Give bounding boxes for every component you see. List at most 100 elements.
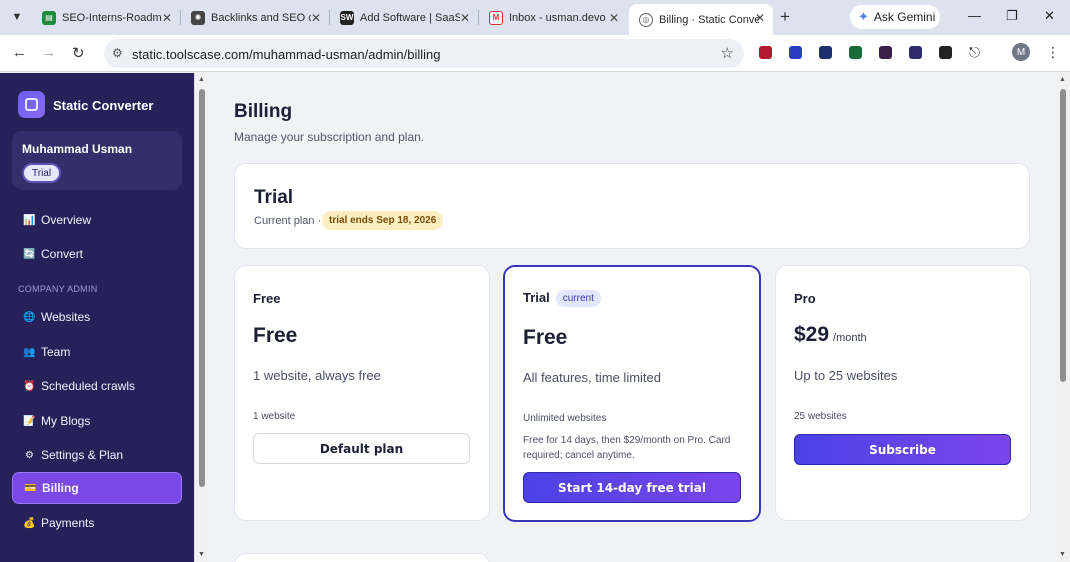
site-info-icon[interactable]: ⚙ xyxy=(112,46,123,60)
money-bag-icon: 💰 xyxy=(23,517,36,529)
minimize-icon[interactable]: — xyxy=(968,8,981,23)
sidebar-item-my-blogs[interactable]: 📝 My Blogs xyxy=(12,405,182,437)
sheets-icon: ▤ xyxy=(42,10,56,25)
team-icon: 👥 xyxy=(23,346,36,358)
browser-tab[interactable]: SW Add Software | SaaS ✕ xyxy=(330,4,478,31)
current-plan-card: Trial Current plan · trial ends Sep 18, … xyxy=(234,163,1030,249)
profile-avatar[interactable]: M xyxy=(1012,43,1030,61)
reload-icon[interactable]: ↻ xyxy=(72,44,85,62)
browser-tab[interactable]: ✺ Backlinks and SEO c ✕ xyxy=(181,4,329,31)
sidebar-item-settings-plan[interactable]: ⚙ Settings & Plan xyxy=(12,439,182,471)
plan-price: Free xyxy=(253,324,298,347)
address-bar[interactable]: ⚙ static.toolscase.com/muhammad-usman/ad… xyxy=(104,39,744,68)
browser-tab-strip: ▼ ▤ SEO-Interns-Roadm ✕ ✺ Backlinks and … xyxy=(0,0,1070,35)
browser-tab[interactable]: M Inbox - usman.devo ✕ xyxy=(479,4,627,31)
chart-icon: 📊 xyxy=(23,214,36,226)
sidebar-item-convert[interactable]: 🔄 Convert xyxy=(12,238,182,270)
ublock-extension-icon[interactable] xyxy=(759,46,772,59)
bookmark-star-icon[interactable]: ☆ xyxy=(721,44,734,62)
scrollbar-thumb[interactable] xyxy=(1060,89,1066,382)
plan-card-pro: Pro $29/month Up to 25 websites 25 websi… xyxy=(775,265,1031,521)
plan-note: Free for 14 days, then $29/month on Pro.… xyxy=(523,435,731,461)
user-plan-badge: Trial xyxy=(22,163,62,183)
new-tab-plus-icon[interactable]: + xyxy=(780,7,790,27)
browser-tab[interactable]: ▤ SEO-Interns-Roadm ✕ xyxy=(32,4,180,31)
sidebar-scrollbar[interactable]: ▲ ▼ xyxy=(194,73,208,562)
plan-price-row: $29/month xyxy=(794,323,867,347)
trial-ends-badge: trial ends Sep 18, 2026 xyxy=(322,211,444,230)
browser-toolbar: ← → ↻ ⚙ static.toolscase.com/muhammad-us… xyxy=(0,35,1070,72)
credit-card-icon: 💳 xyxy=(24,482,37,494)
close-tab-icon[interactable]: ✕ xyxy=(311,11,321,25)
forward-arrow-icon[interactable]: → xyxy=(41,44,56,61)
scroll-up-arrow-icon[interactable]: ▲ xyxy=(198,76,205,83)
close-window-icon[interactable]: ✕ xyxy=(1044,8,1055,24)
extension-icon[interactable] xyxy=(819,46,832,59)
scroll-up-arrow-icon[interactable]: ▲ xyxy=(1059,76,1066,83)
current-plan-label: Current plan · xyxy=(254,215,322,227)
default-plan-button[interactable]: Default plan xyxy=(253,433,470,464)
plan-card-free: Free Free 1 website, always free 1 websi… xyxy=(234,265,490,521)
close-tab-icon[interactable]: ✕ xyxy=(755,11,765,25)
gear-icon: ⚙ xyxy=(25,449,34,461)
start-free-trial-button[interactable]: Start 14-day free trial xyxy=(523,472,741,503)
extension-icon[interactable] xyxy=(909,46,922,59)
subscribe-button[interactable]: Subscribe xyxy=(794,434,1011,465)
globe-icon: ◎ xyxy=(639,12,653,27)
page-scrollbar[interactable]: ▲ ▼ xyxy=(1056,73,1070,562)
close-tab-icon[interactable]: ✕ xyxy=(609,11,619,25)
plan-description: All features, time limited xyxy=(523,370,661,385)
browser-tab-active[interactable]: ◎ Billing · Static Conve ✕ xyxy=(629,4,773,35)
close-tab-icon[interactable]: ✕ xyxy=(460,11,470,25)
user-name: Muhammad Usman xyxy=(22,142,133,156)
sidebar-item-overview[interactable]: 📊 Overview xyxy=(12,204,182,236)
plan-price: $29 xyxy=(794,323,830,346)
app-logo-icon xyxy=(18,91,45,118)
plan-period: /month xyxy=(833,332,867,344)
plan-limit: 25 websites xyxy=(794,411,847,422)
alarm-clock-icon: ⏰ xyxy=(23,380,36,392)
app-name: Static Converter xyxy=(53,98,154,113)
tab-search-chevron-icon[interactable]: ▼ xyxy=(6,6,28,28)
globe-icon: 🌐 xyxy=(23,311,36,323)
extension-icon[interactable] xyxy=(879,46,892,59)
extensions-puzzle-icon[interactable]: ⎋ xyxy=(969,44,980,61)
openai-icon: ✺ xyxy=(191,10,205,25)
current-plan-badge: current xyxy=(555,290,601,308)
plan-name: Pro xyxy=(794,291,816,306)
extension-icon[interactable] xyxy=(849,46,862,59)
section-label: COMPANY ADMIN xyxy=(18,284,98,294)
page-title: Billing xyxy=(234,101,293,122)
current-plan-name: Trial xyxy=(254,187,294,208)
sidebar-item-websites[interactable]: 🌐 Websites xyxy=(12,301,182,333)
sw-icon: SW xyxy=(340,10,354,25)
sidebar-item-team[interactable]: 👥 Team xyxy=(12,336,182,368)
scrollbar-thumb[interactable] xyxy=(199,89,205,487)
plan-price: Free xyxy=(523,326,568,349)
scroll-down-arrow-icon[interactable]: ▼ xyxy=(198,551,205,558)
sidebar-item-scheduled-crawls[interactable]: ⏰ Scheduled crawls xyxy=(12,370,182,402)
browser-menu-icon[interactable]: ⋮ xyxy=(1046,44,1060,61)
ask-gemini-button[interactable]: ✦ Ask Gemini xyxy=(850,5,940,29)
plan-description: 1 website, always free xyxy=(253,368,381,383)
close-tab-icon[interactable]: ✕ xyxy=(162,11,172,25)
extension-icon[interactable] xyxy=(789,46,802,59)
sidebar: Static Converter Muhammad Usman Trial 📊 … xyxy=(0,73,194,562)
restore-icon[interactable]: ❐ xyxy=(1006,8,1018,24)
plan-name: Trial xyxy=(523,290,550,305)
gmail-icon: M xyxy=(489,10,503,25)
plan-name: Free xyxy=(253,291,281,306)
scroll-down-arrow-icon[interactable]: ▼ xyxy=(1059,551,1066,558)
next-card-partial xyxy=(234,553,490,562)
back-arrow-icon[interactable]: ← xyxy=(12,44,27,61)
plan-limit: 1 website xyxy=(253,411,296,422)
plan-card-trial: Trial current Free All features, time lim… xyxy=(503,265,761,522)
extension-icon[interactable] xyxy=(939,46,952,59)
plan-name-row: Trial current xyxy=(523,290,601,308)
convert-icon: 🔄 xyxy=(23,248,36,260)
notepad-icon: 📝 xyxy=(23,415,36,427)
sidebar-item-billing[interactable]: 💳 Billing xyxy=(12,472,182,504)
page-subtitle: Manage your subscription and plan. xyxy=(234,130,425,144)
gemini-sparkle-icon: ✦ xyxy=(858,9,869,24)
sidebar-item-payments[interactable]: 💰 Payments xyxy=(12,507,182,539)
